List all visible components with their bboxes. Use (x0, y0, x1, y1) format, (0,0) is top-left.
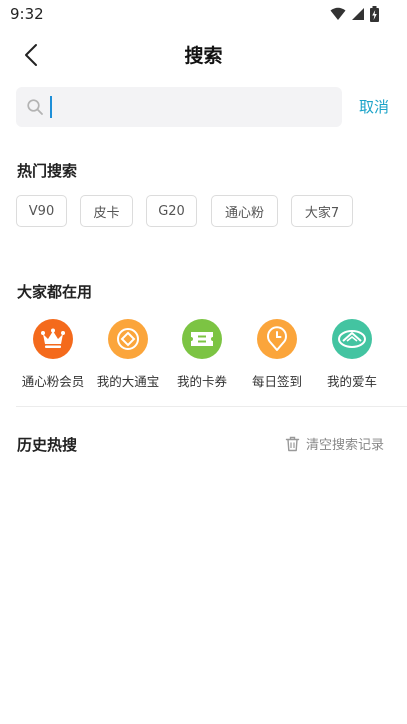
trash-icon (285, 436, 300, 451)
car-logo-icon (332, 319, 372, 359)
popular-apps: 通心粉会员 我的大通宝 我的卡券 每日签到 我的爱车 (0, 318, 407, 390)
clear-history-button[interactable]: 清空搜索记录 (285, 434, 384, 453)
app-my-car[interactable]: 我的爱车 (313, 318, 391, 390)
popular-apps-title: 大家都在用 (17, 283, 93, 301)
clock-pin-icon (257, 319, 297, 359)
clear-history-label: 清空搜索记录 (306, 438, 385, 453)
search-box[interactable] (16, 87, 342, 127)
text-caret (50, 96, 52, 118)
section-divider (16, 406, 407, 407)
app-daily-checkin[interactable]: 每日签到 (238, 318, 316, 390)
app-membership[interactable]: 通心粉会员 (14, 318, 92, 390)
crown-glyph (41, 328, 65, 348)
search-row: 取消 (16, 87, 396, 127)
nav-bar: 搜索 (0, 32, 407, 76)
app-label: 通心粉会员 (21, 374, 85, 389)
app-label: 我的卡券 (176, 374, 227, 389)
crown-icon (33, 319, 73, 359)
app-label: 我的爱车 (326, 374, 377, 389)
hot-tag[interactable]: 通心粉 (211, 195, 278, 227)
app-label: 我的大通宝 (96, 374, 160, 389)
hot-tag[interactable]: G20 (146, 195, 197, 227)
search-input[interactable] (50, 93, 332, 121)
page-title: 搜索 (184, 45, 223, 67)
hot-tag[interactable]: V90 (16, 195, 67, 227)
app-label: 每日签到 (251, 374, 302, 389)
ticket-icon (182, 319, 222, 359)
hot-search-title: 热门搜索 (17, 162, 78, 180)
car-logo-glyph (338, 330, 366, 348)
wifi-icon (330, 7, 346, 20)
cancel-button[interactable]: 取消 (359, 96, 389, 117)
status-bar: 9:32 (0, 0, 407, 28)
battery-icon (370, 6, 379, 22)
diamond-coin-glyph (117, 328, 139, 350)
diamond-coin-icon (108, 319, 148, 359)
history-header: 历史热搜 清空搜索记录 (0, 432, 407, 456)
signal-icon (352, 8, 364, 20)
ticket-glyph (191, 332, 213, 346)
status-icons (330, 6, 379, 22)
app-datong-bao[interactable]: 我的大通宝 (89, 318, 167, 390)
hot-tag[interactable]: 大家7 (291, 195, 353, 227)
app-coupons[interactable]: 我的卡券 (163, 318, 241, 390)
search-icon (27, 99, 43, 115)
hot-tag[interactable]: 皮卡 (80, 195, 133, 227)
status-time: 9:32 (10, 5, 44, 23)
clock-pin-glyph (267, 326, 287, 351)
history-title: 历史热搜 (17, 436, 78, 454)
